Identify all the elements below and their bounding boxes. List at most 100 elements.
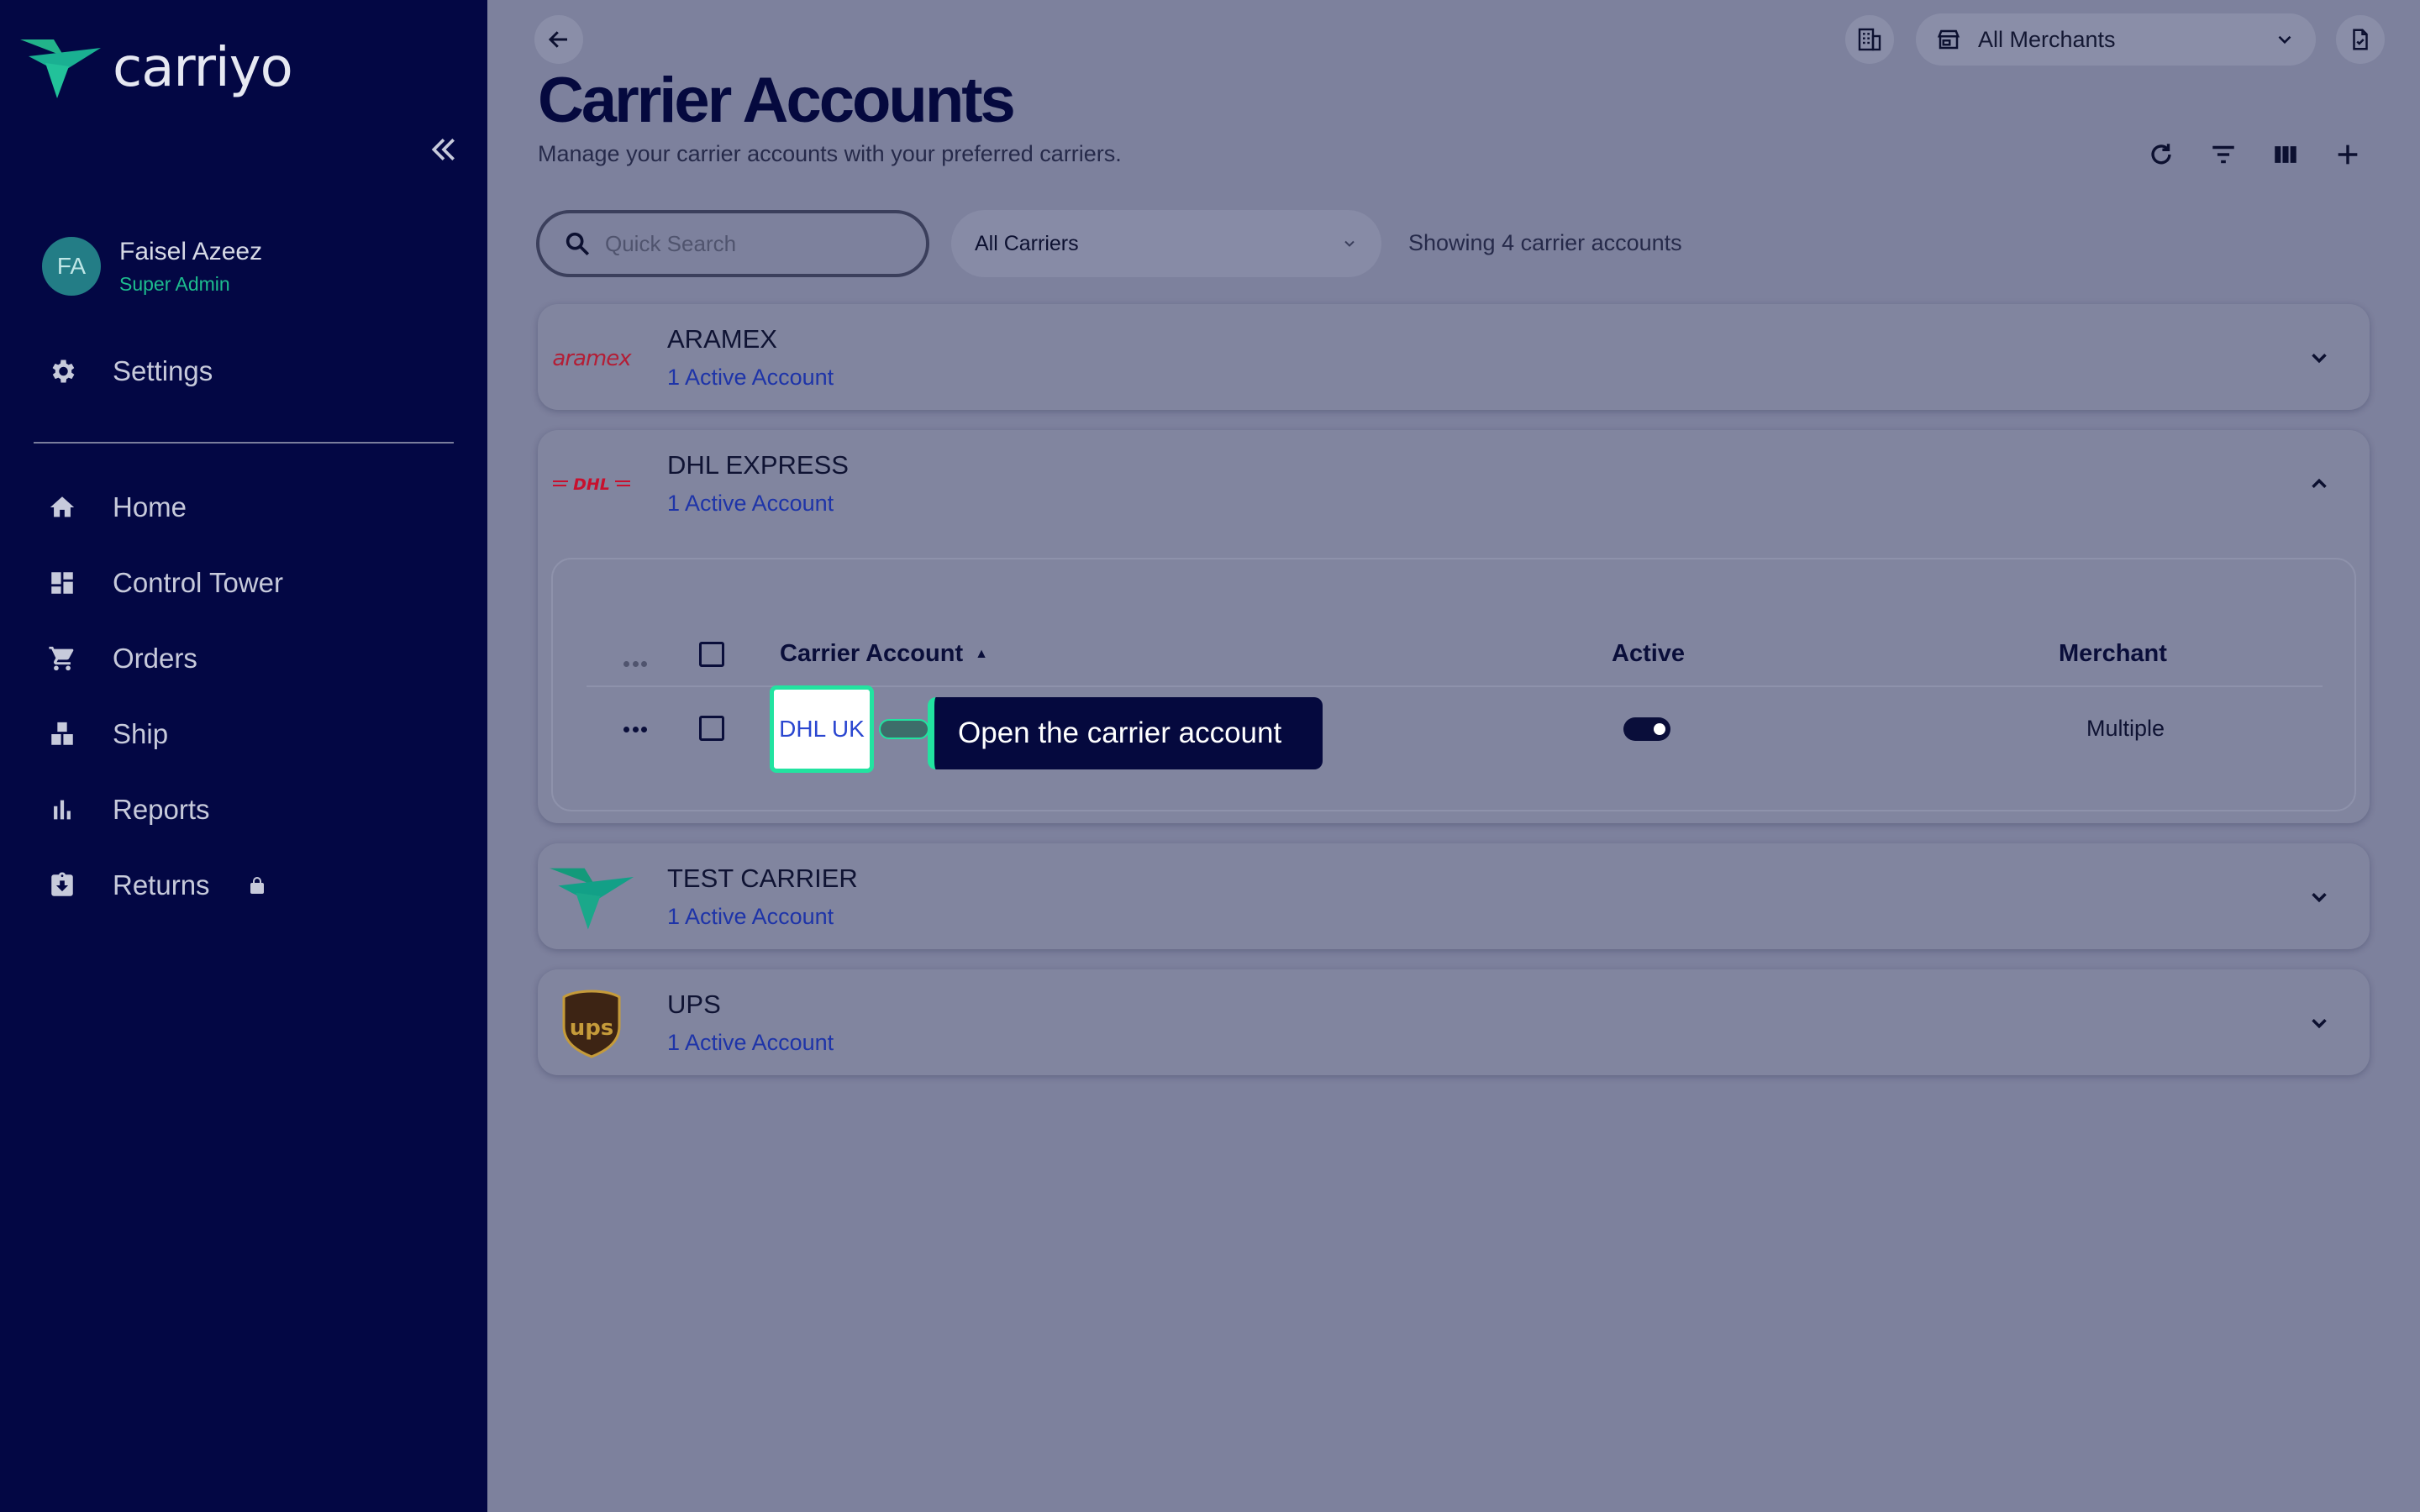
home-icon: [47, 492, 77, 522]
row-checkbox[interactable]: [699, 716, 724, 741]
sidebar: carriyo FA Faisel Azeez Super Admin Sett…: [0, 0, 487, 1512]
carrier-name: TEST CARRIER: [667, 864, 858, 893]
building-icon: [1858, 28, 1881, 51]
sidebar-item-returns[interactable]: Returns: [47, 860, 267, 911]
merchant-select[interactable]: All Merchants: [1916, 13, 2316, 66]
page-subtitle: Manage your carrier accounts with your p…: [538, 141, 1122, 166]
page-title: Carrier Accounts: [538, 65, 1016, 136]
carrier-filter-value: All Carriers: [975, 231, 1079, 255]
row-actions-button[interactable]: [618, 721, 652, 738]
collapse-sidebar-button[interactable]: [427, 133, 460, 166]
store-icon: [1937, 29, 1960, 50]
back-button[interactable]: [534, 15, 583, 64]
sidebar-item-label: Ship: [113, 718, 169, 749]
column-header-active[interactable]: Active: [1612, 640, 1685, 668]
add-button[interactable]: [2328, 134, 2368, 175]
ups-logo: ups: [550, 990, 634, 1058]
sidebar-item-label: Home: [113, 491, 187, 522]
sort-ascending-icon: ▲: [975, 647, 989, 662]
sidebar-item-label: Control Tower: [113, 567, 283, 598]
document-button[interactable]: [2336, 15, 2385, 64]
carrier-name: ARAMEX: [667, 324, 777, 354]
brand-name: carriyo: [113, 37, 293, 99]
sidebar-item-ship[interactable]: Ship: [47, 709, 168, 759]
chevron-down-icon: [2312, 893, 2327, 903]
carrier-card-dhl-express[interactable]: DHL DHL EXPRESS 1 Active Account Carrier…: [538, 430, 2370, 823]
search-box[interactable]: [536, 210, 929, 277]
svg-text:ups: ups: [570, 1016, 614, 1041]
dhl-logo: DHL: [550, 450, 634, 519]
avatar: FA: [42, 237, 101, 296]
bar-chart-icon: [47, 795, 77, 825]
sidebar-divider: [34, 442, 454, 444]
expand-button[interactable]: [2302, 341, 2336, 375]
chevron-down-icon: [1344, 240, 1355, 247]
active-toggle[interactable]: [1623, 717, 1670, 741]
test-badge: [879, 719, 929, 739]
cart-icon: [47, 643, 77, 674]
organization-button[interactable]: [1845, 15, 1894, 64]
column-header-carrier-account[interactable]: Carrier Account ▲: [780, 640, 988, 668]
merchant-value: Multiple: [2086, 716, 2165, 741]
test-carrier-logo: [550, 864, 634, 932]
dashboard-icon: [47, 568, 77, 598]
plus-icon: [2338, 144, 2358, 165]
svg-text:DHL: DHL: [573, 475, 610, 494]
sidebar-item-label: Settings: [113, 355, 213, 386]
gear-icon: [47, 356, 77, 386]
carrier-active-count[interactable]: 1 Active Account: [667, 904, 834, 930]
carrier-card-aramex[interactable]: aramex ARAMEX 1 Active Account: [538, 304, 2370, 410]
sidebar-item-reports[interactable]: Reports: [47, 785, 210, 835]
carrier-accounts-table: Carrier Account ▲ Active Merchant DHL UK…: [551, 558, 2356, 811]
search-icon: [566, 232, 590, 256]
chevron-down-icon: [2278, 35, 2291, 45]
carrier-card-test-carrier[interactable]: TEST CARRIER 1 Active Account: [538, 843, 2370, 949]
collapse-button[interactable]: [2302, 467, 2336, 501]
ship-icon: [47, 719, 77, 749]
select-all-checkbox[interactable]: [699, 642, 724, 667]
column-header-merchant[interactable]: Merchant: [2059, 640, 2167, 668]
sidebar-item-control-tower[interactable]: Control Tower: [47, 558, 283, 608]
sidebar-item-home[interactable]: Home: [47, 482, 187, 533]
carrier-card-ups[interactable]: ups UPS 1 Active Account: [538, 969, 2370, 1075]
document-icon: [2353, 29, 2368, 50]
chevron-up-icon: [2312, 478, 2327, 488]
filter-icon: [2212, 145, 2234, 164]
user-name: Faisel Azeez: [119, 237, 263, 265]
user-profile[interactable]: FA Faisel Azeez Super Admin: [42, 237, 262, 296]
columns-button[interactable]: [2265, 134, 2306, 175]
expand-button[interactable]: [2302, 1006, 2336, 1040]
sidebar-item-label: Returns: [113, 869, 210, 900]
refresh-icon: [2151, 144, 2171, 165]
sidebar-item-label: Reports: [113, 794, 210, 825]
results-count: Showing 4 carrier accounts: [1408, 230, 1682, 255]
lock-icon: [247, 874, 267, 896]
carrier-filter-select[interactable]: All Carriers: [951, 210, 1381, 277]
sidebar-item-settings[interactable]: Settings: [47, 346, 213, 396]
filter-button[interactable]: [2203, 134, 2244, 175]
tooltip: Open the carrier account: [928, 697, 1323, 769]
returns-icon: [47, 870, 77, 900]
carriyo-logo-icon: [20, 39, 101, 98]
columns-icon: [2275, 146, 2296, 163]
carrier-active-count[interactable]: 1 Active Account: [667, 1030, 834, 1056]
carrier-name: DHL EXPRESS: [667, 450, 849, 480]
carrier-account-link[interactable]: DHL UK: [770, 685, 874, 773]
chevron-down-icon: [2312, 354, 2327, 364]
header-actions-icon: [618, 655, 652, 672]
refresh-button[interactable]: [2141, 134, 2181, 175]
carrier-name: UPS: [667, 990, 721, 1019]
expand-button[interactable]: [2302, 880, 2336, 914]
aramex-logo: aramex: [552, 346, 631, 371]
carrier-active-count[interactable]: 1 Active Account: [667, 365, 834, 391]
sidebar-item-orders[interactable]: Orders: [47, 633, 197, 684]
carrier-active-count[interactable]: 1 Active Account: [667, 491, 834, 517]
chevron-down-icon: [2312, 1019, 2327, 1029]
arrow-left-icon: [548, 31, 567, 48]
double-chevron-left-icon: [431, 139, 455, 160]
sidebar-item-label: Orders: [113, 643, 197, 674]
merchant-select-value: All Merchants: [1978, 26, 2116, 52]
brand-logo[interactable]: carriyo: [20, 37, 293, 99]
user-role: Super Admin: [119, 272, 230, 295]
search-input[interactable]: [605, 230, 908, 257]
